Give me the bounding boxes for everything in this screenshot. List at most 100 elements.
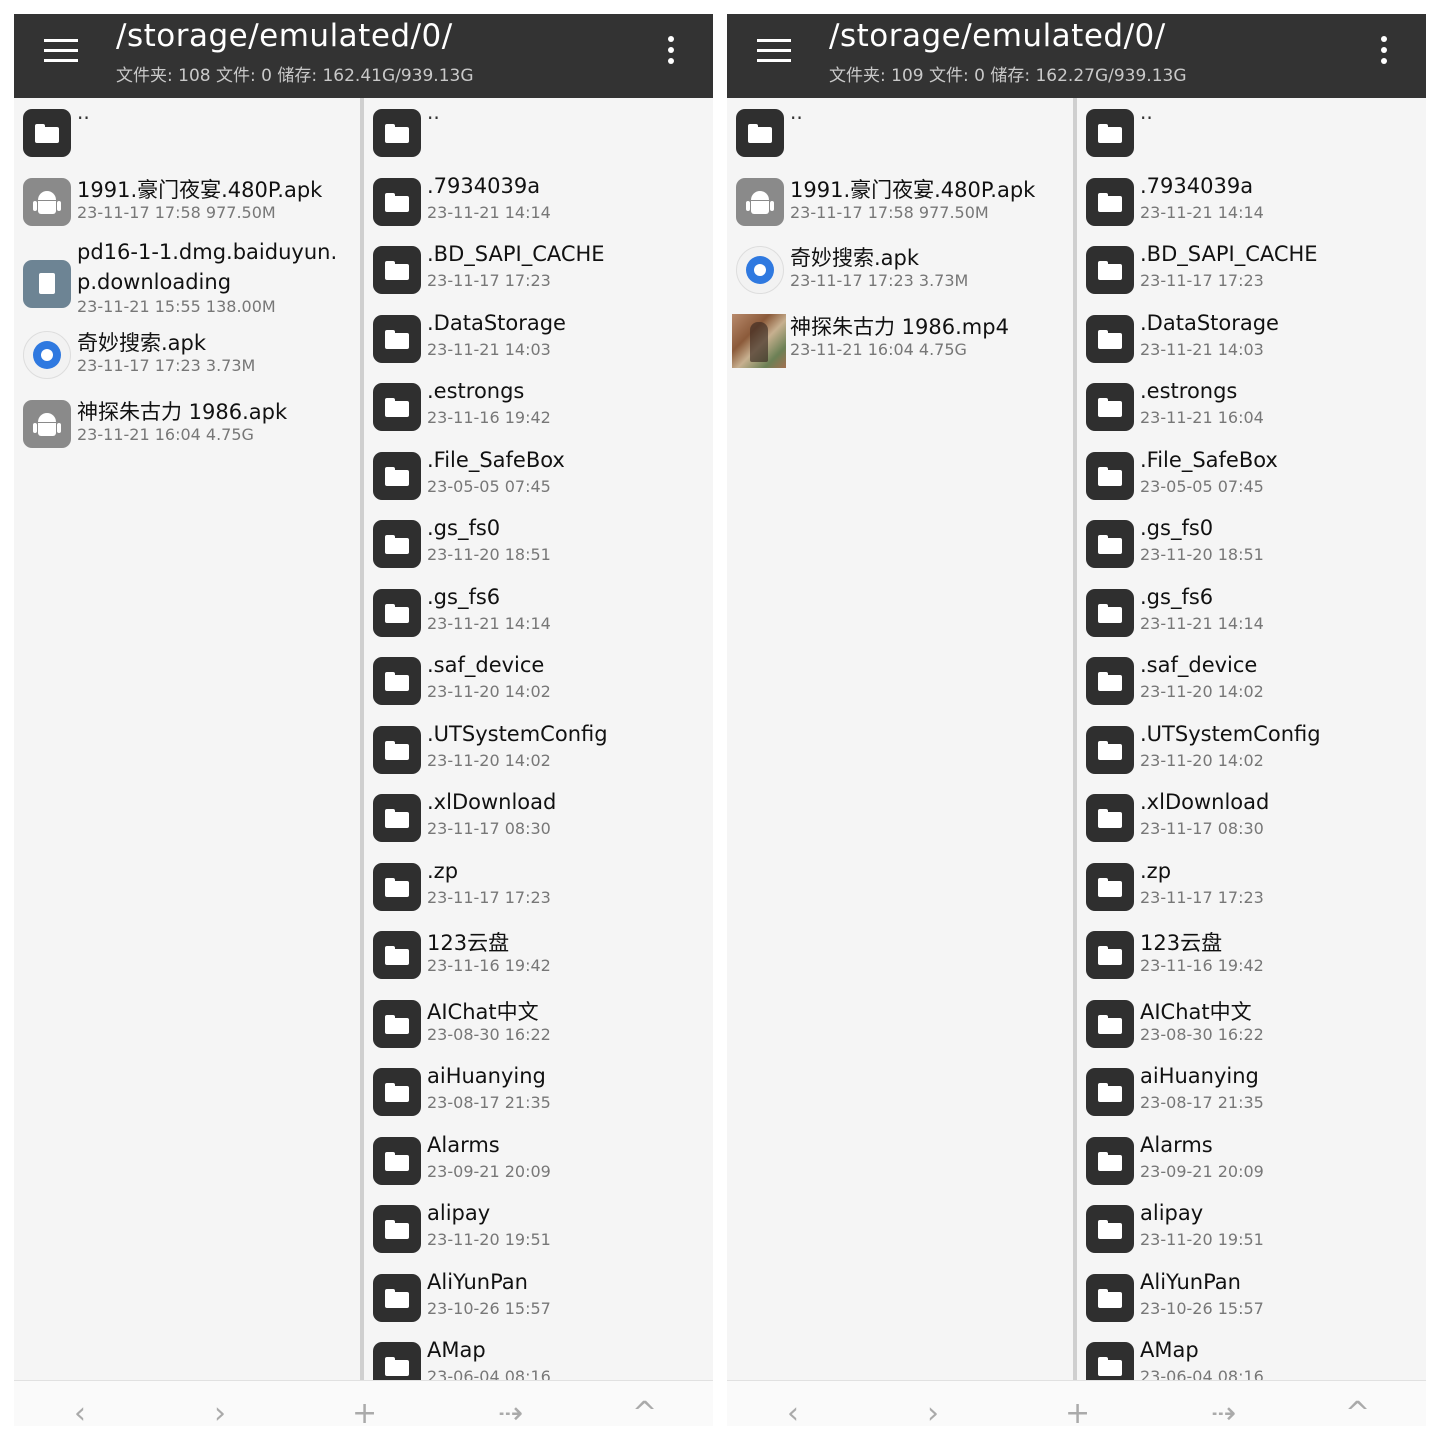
folder-row[interactable]: .File_SafeBox 23-05-05 07:45 <box>1077 441 1426 510</box>
forward-icon[interactable]: › <box>927 1399 939 1427</box>
folder-row[interactable]: .BD_SAPI_CACHE 23-11-17 17:23 <box>364 235 713 304</box>
folder-row[interactable]: .BD_SAPI_CACHE 23-11-17 17:23 <box>1077 235 1426 304</box>
folder-icon <box>373 1205 421 1253</box>
transfer-icon[interactable]: ⇢ <box>498 1399 523 1427</box>
folder-meta: 23-11-17 08:30 <box>1140 819 1264 838</box>
folder-row[interactable]: .gs_fs6 23-11-21 14:14 <box>1077 578 1426 647</box>
folder-row[interactable]: 123云盘 23-11-16 19:42 <box>364 920 713 989</box>
document-icon <box>23 260 71 308</box>
folder-row[interactable]: .. <box>1077 98 1426 167</box>
list-item[interactable]: 神探朱古力 1986.mp4 23-11-21 16:04 4.75G <box>727 304 1073 373</box>
folder-row[interactable]: alipay 23-11-20 19:51 <box>364 1194 713 1263</box>
folder-icon <box>1086 520 1134 568</box>
screenshot-before: /storage/emulated/0/ 文件夹: 108 文件: 0 储存: … <box>14 14 713 1426</box>
search-app-icon <box>23 331 71 379</box>
folder-meta: 23-10-26 15:57 <box>427 1298 551 1318</box>
folder-row[interactable]: .saf_device 23-11-20 14:02 <box>1077 646 1426 715</box>
folder-row[interactable]: .DataStorage 23-11-21 14:03 <box>364 304 713 373</box>
right-file-pane[interactable]: .. .7934039a 23-11-21 14:14 .BD_SAPI_CACHE 2… <box>364 98 713 1380</box>
folder-row[interactable]: AliYunPan 23-10-26 15:57 <box>1077 1263 1426 1332</box>
folder-row[interactable]: .7934039a 23-11-21 14:14 <box>1077 167 1426 236</box>
folder-meta: 23-11-20 19:51 <box>427 1230 551 1249</box>
left-file-pane[interactable]: .. 1991.豪门夜宴.480P.apk 23-11-17 17:58 977… <box>14 98 360 1380</box>
folder-row[interactable]: Alarms 23-09-21 20:09 <box>364 1126 713 1195</box>
folder-name: .. <box>427 100 440 124</box>
list-item[interactable]: .. <box>14 98 360 167</box>
folder-row[interactable]: .xlDownload 23-11-17 08:30 <box>1077 783 1426 852</box>
folder-meta: 23-11-20 14:02 <box>1140 750 1264 770</box>
more-options-icon[interactable] <box>664 36 678 68</box>
folder-meta: 23-11-17 17:23 <box>427 271 551 290</box>
file-name: 奇妙搜索.apk <box>790 246 920 270</box>
folder-name: aiHuanying <box>1140 1064 1259 1088</box>
folder-icon <box>373 383 421 431</box>
folder-row[interactable]: .estrongs 23-11-16 19:42 <box>364 372 713 441</box>
folder-row[interactable]: .gs_fs0 23-11-20 18:51 <box>1077 509 1426 578</box>
folder-meta: 23-06-04 08:16 <box>427 1367 551 1380</box>
transfer-icon[interactable]: ⇢ <box>1211 1399 1236 1427</box>
folder-row[interactable]: 123云盘 23-11-16 19:42 <box>1077 920 1426 989</box>
folder-row[interactable]: .gs_fs0 23-11-20 18:51 <box>364 509 713 578</box>
list-item[interactable]: 1991.豪门夜宴.480P.apk 23-11-17 17:58 977.50… <box>727 167 1073 236</box>
back-icon[interactable]: ‹ <box>787 1399 799 1427</box>
folder-row[interactable]: .DataStorage 23-11-21 14:03 <box>1077 304 1426 373</box>
file-name: .. <box>790 100 803 124</box>
back-icon[interactable]: ‹ <box>74 1399 86 1427</box>
folder-row[interactable]: AliYunPan 23-10-26 15:57 <box>364 1263 713 1332</box>
folder-row[interactable]: .zp 23-11-17 17:23 <box>364 852 713 921</box>
folder-row[interactable]: AIChat中文 23-08-30 16:22 <box>364 989 713 1058</box>
folder-icon <box>1086 931 1134 979</box>
folder-icon <box>1086 657 1134 705</box>
folder-meta: 23-11-17 17:23 <box>427 887 551 907</box>
folder-meta: 23-11-21 14:03 <box>1140 339 1264 359</box>
add-icon[interactable]: + <box>1065 1399 1090 1427</box>
folder-name: AIChat中文 <box>427 999 539 1024</box>
list-item[interactable]: 奇妙搜索.apk 23-11-17 17:23 3.73M <box>14 320 360 389</box>
folder-icon <box>23 109 71 157</box>
folder-row[interactable]: .File_SafeBox 23-05-05 07:45 <box>364 441 713 510</box>
up-icon[interactable]: ^ <box>632 1399 657 1427</box>
folder-name: .BD_SAPI_CACHE <box>427 242 605 266</box>
folder-row[interactable]: AMap 23-06-04 08:16 <box>364 1331 713 1380</box>
folder-row[interactable]: .7934039a 23-11-21 14:14 <box>364 167 713 236</box>
file-meta: 23-11-21 15:55 138.00M <box>77 297 276 316</box>
forward-icon[interactable]: › <box>214 1399 226 1427</box>
folder-icon <box>1086 1273 1134 1322</box>
folder-row[interactable]: AMap 23-06-04 08:16 <box>1077 1331 1426 1380</box>
folder-row[interactable]: alipay 23-11-20 19:51 <box>1077 1194 1426 1263</box>
folder-row[interactable]: .xlDownload 23-11-17 08:30 <box>364 783 713 852</box>
up-icon[interactable]: ^ <box>1345 1399 1370 1427</box>
list-item[interactable]: 1991.豪门夜宴.480P.apk 23-11-17 17:58 977.50… <box>14 167 360 236</box>
folder-row[interactable]: .zp 23-11-17 17:23 <box>1077 852 1426 921</box>
left-file-pane[interactable]: .. 1991.豪门夜宴.480P.apk 23-11-17 17:58 977… <box>727 98 1073 1380</box>
folder-row[interactable]: aiHuanying 23-08-17 21:35 <box>364 1057 713 1126</box>
folder-row[interactable]: .UTSystemConfig 23-11-20 14:02 <box>364 715 713 784</box>
folder-row[interactable]: .UTSystemConfig 23-11-20 14:02 <box>1077 715 1426 784</box>
list-item[interactable]: pd16-1-1.dmg.baiduyun.p.downloading 23-1… <box>14 235 360 320</box>
add-icon[interactable]: + <box>352 1399 377 1427</box>
right-file-pane[interactable]: .. .7934039a 23-11-21 14:14 .BD_SAPI_CACHE 2… <box>1077 98 1426 1380</box>
folder-name: AIChat中文 <box>1140 999 1252 1024</box>
folder-row[interactable]: AIChat中文 23-08-30 16:22 <box>1077 989 1426 1058</box>
folder-meta: 23-11-21 16:04 <box>1140 408 1264 427</box>
video-thumbnail <box>732 313 786 368</box>
path-title: /storage/emulated/0/ <box>829 18 1166 54</box>
folder-name: Alarms <box>427 1132 500 1157</box>
folder-row[interactable]: .saf_device 23-11-20 14:02 <box>364 646 713 715</box>
list-item[interactable]: 神探朱古力 1986.apk 23-11-21 16:04 4.75G <box>14 389 360 458</box>
menu-icon[interactable] <box>44 39 78 63</box>
folder-row[interactable]: .gs_fs6 23-11-21 14:14 <box>364 578 713 647</box>
folder-row[interactable]: Alarms 23-09-21 20:09 <box>1077 1126 1426 1195</box>
list-item[interactable]: 奇妙搜索.apk 23-11-17 17:23 3.73M <box>727 235 1073 304</box>
more-options-icon[interactable] <box>1377 36 1391 68</box>
folder-meta: 23-11-20 14:02 <box>427 750 551 770</box>
folder-icon <box>1086 314 1134 363</box>
folder-icon <box>373 657 421 705</box>
folder-row[interactable]: aiHuanying 23-08-17 21:35 <box>1077 1057 1426 1126</box>
menu-icon[interactable] <box>757 39 791 63</box>
folder-row[interactable]: .. <box>364 98 713 167</box>
list-item[interactable]: .. <box>727 98 1073 167</box>
folder-row[interactable]: .estrongs 23-11-21 16:04 <box>1077 372 1426 441</box>
folder-meta: 23-09-21 20:09 <box>1140 1161 1264 1181</box>
toolbar: /storage/emulated/0/ 文件夹: 109 文件: 0 储存: … <box>727 14 1426 98</box>
